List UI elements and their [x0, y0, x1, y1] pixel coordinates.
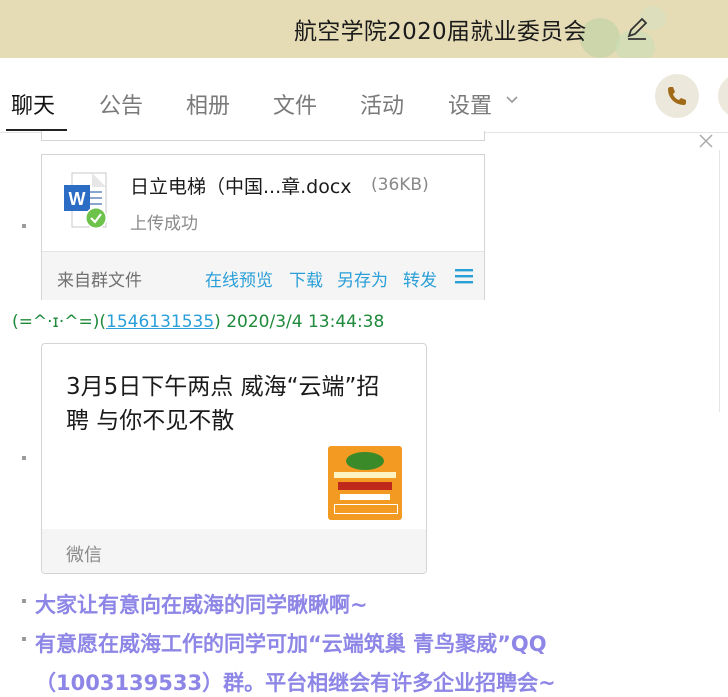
message-bullet	[22, 599, 26, 603]
chat-message: 有意愿在威海工作的同学可加“云端筑巢 青鸟聚威”QQ	[35, 632, 547, 656]
forward-link[interactable]: 转发	[403, 266, 437, 291]
call-button[interactable]	[655, 74, 699, 118]
svg-text:W: W	[69, 189, 86, 209]
file-source-label: 来自群文件	[57, 271, 142, 291]
file-message-card[interactable]: W 日立电梯（中国...章.docx (36KB) 上传成功 来自群文件 在线预…	[41, 154, 485, 300]
sender-line: (=^·ɪ·^=)(1546131535) 2020/3/4 13:44:38	[12, 312, 384, 332]
file-card-footer: 来自群文件 在线预览 下载 另存为 转发	[42, 251, 484, 300]
previous-message-card	[41, 131, 485, 141]
chat-message-continued: （1003139533）群。平台相继会有许多企业招聘会~	[35, 671, 556, 695]
shared-article-title[interactable]: 3月5日下午两点 威海“云端”招聘 与你不见不散	[66, 370, 396, 438]
group-title[interactable]: 航空学院2020届就业委员会	[294, 12, 587, 46]
sender-nickname[interactable]: (=^·ɪ·^=)(	[12, 312, 106, 332]
word-doc-icon: W	[64, 172, 107, 229]
shared-source-label: 微信	[66, 545, 102, 566]
chevron-down-icon[interactable]	[505, 93, 519, 107]
scroll-divider	[719, 150, 720, 412]
message-bullet	[22, 637, 26, 641]
save-as-link[interactable]: 另存为	[337, 266, 388, 291]
tab-files[interactable]: 文件	[273, 88, 317, 120]
tab-notice[interactable]: 公告	[99, 88, 143, 120]
tab-activity[interactable]: 活动	[360, 88, 404, 120]
tab-chat[interactable]: 聊天	[11, 88, 55, 120]
message-timestamp: ) 2020/3/4 13:44:38	[214, 312, 385, 332]
close-icon[interactable]	[697, 132, 715, 150]
sender-qq-link[interactable]: 1546131535	[106, 312, 214, 332]
article-thumbnail[interactable]	[328, 446, 402, 520]
download-link[interactable]: 下载	[289, 266, 323, 291]
group-header: 航空学院2020届就业委员会	[0, 0, 728, 58]
preview-online-link[interactable]: 在线预览	[205, 266, 273, 291]
upload-status: 上传成功	[130, 214, 198, 234]
file-size: (36KB)	[371, 175, 429, 195]
chat-message: 大家让有意向在威海的同学瞅瞅啊~	[35, 593, 368, 617]
shared-card-footer: 微信	[42, 529, 426, 573]
tab-settings[interactable]: 设置	[448, 88, 492, 120]
message-bullet	[22, 224, 26, 228]
shared-article-card[interactable]: 3月5日下午两点 威海“云端”招聘 与你不见不散 微信	[41, 343, 427, 574]
menu-icon[interactable]	[455, 268, 473, 284]
tab-album[interactable]: 相册	[186, 88, 230, 120]
message-bullet	[22, 456, 26, 460]
pencil-icon[interactable]	[624, 16, 650, 42]
file-name[interactable]: 日立电梯（中国...章.docx	[130, 172, 352, 199]
phone-icon	[668, 87, 686, 105]
